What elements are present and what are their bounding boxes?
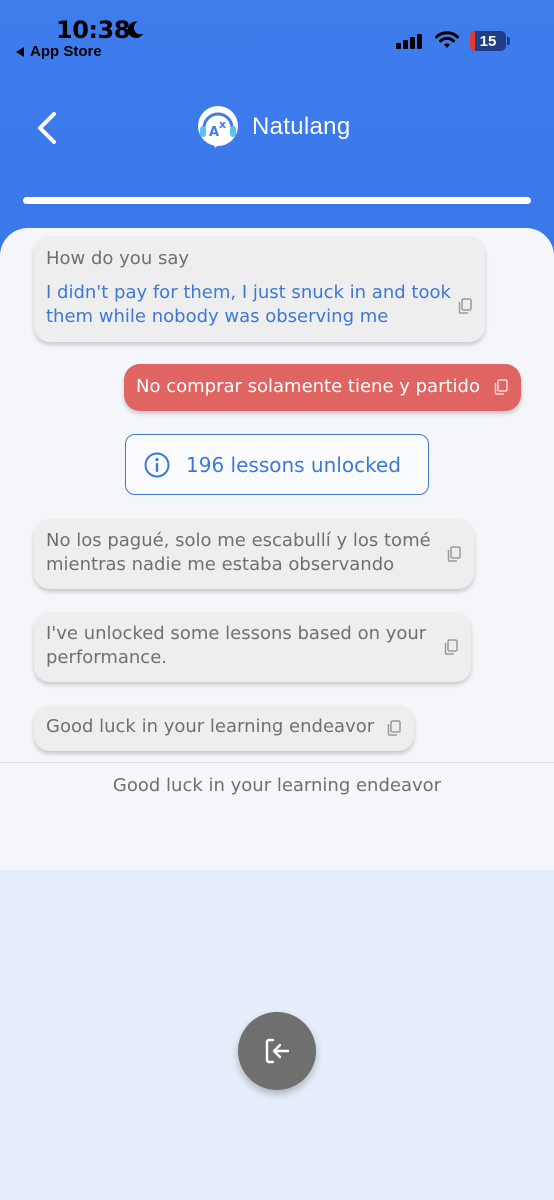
user-answer-bubble: No comprar solamente tiene y partido: [124, 364, 521, 411]
user-answer-text: No comprar solamente tiene y partido: [136, 376, 480, 397]
prompt-phrase: I didn't pay for them, I just snuck in a…: [46, 282, 451, 327]
copy-icon[interactable]: [387, 720, 401, 736]
prompt-bubble: How do you say I didn't pay for them, I …: [34, 236, 485, 342]
footer-message: Good luck in your learning endeavor: [112, 775, 442, 796]
copy-icon[interactable]: [447, 546, 461, 562]
natulang-logo: A x: [198, 106, 238, 148]
lesson-progress-bar: [23, 197, 531, 204]
farewell-bubble: Good luck in your learning endeavor: [34, 705, 414, 751]
back-app-label: App Store: [30, 43, 102, 60]
unlock-message-bubble: I've unlocked some lessons based on your…: [34, 612, 471, 682]
status-bar: 10:38 App Store 15: [0, 0, 554, 70]
battery-level: 15: [479, 32, 497, 50]
copy-icon[interactable]: [494, 379, 508, 395]
divider: [0, 762, 554, 763]
back-to-app-store-link[interactable]: App Store: [16, 43, 102, 60]
battery-icon: 15: [470, 31, 506, 51]
unlock-message-text: I've unlocked some lessons based on your…: [46, 623, 427, 668]
correct-translation-bubble: No los pagué, solo me escabullí y los to…: [34, 519, 474, 589]
exit-icon: [265, 1038, 290, 1064]
svg-text:A: A: [209, 125, 219, 140]
status-time: 10:38: [56, 16, 130, 44]
copy-icon[interactable]: [444, 639, 458, 655]
moon-icon: [127, 21, 144, 39]
brand: A x Natulang: [194, 104, 350, 150]
lesson-progress-fill: [23, 197, 531, 204]
farewell-text: Good luck in your learning endeavor: [46, 716, 375, 737]
correct-translation-text: No los pagué, solo me escabullí y los to…: [46, 530, 431, 575]
svg-text:x: x: [219, 118, 226, 131]
exit-button[interactable]: [238, 1012, 316, 1090]
lessons-unlocked-text: 196 lessons unlocked: [186, 452, 401, 477]
back-triangle-icon: [16, 46, 24, 57]
wifi-icon: [435, 31, 459, 48]
info-icon: [144, 452, 170, 477]
app-title: Natulang: [252, 113, 351, 140]
lessons-unlocked-badge: 196 lessons unlocked: [125, 434, 429, 495]
copy-icon[interactable]: [458, 298, 472, 314]
cellular-signal-icon: [396, 34, 422, 49]
prompt-label: How do you say: [46, 248, 190, 269]
back-chevron-icon[interactable]: [30, 108, 64, 148]
